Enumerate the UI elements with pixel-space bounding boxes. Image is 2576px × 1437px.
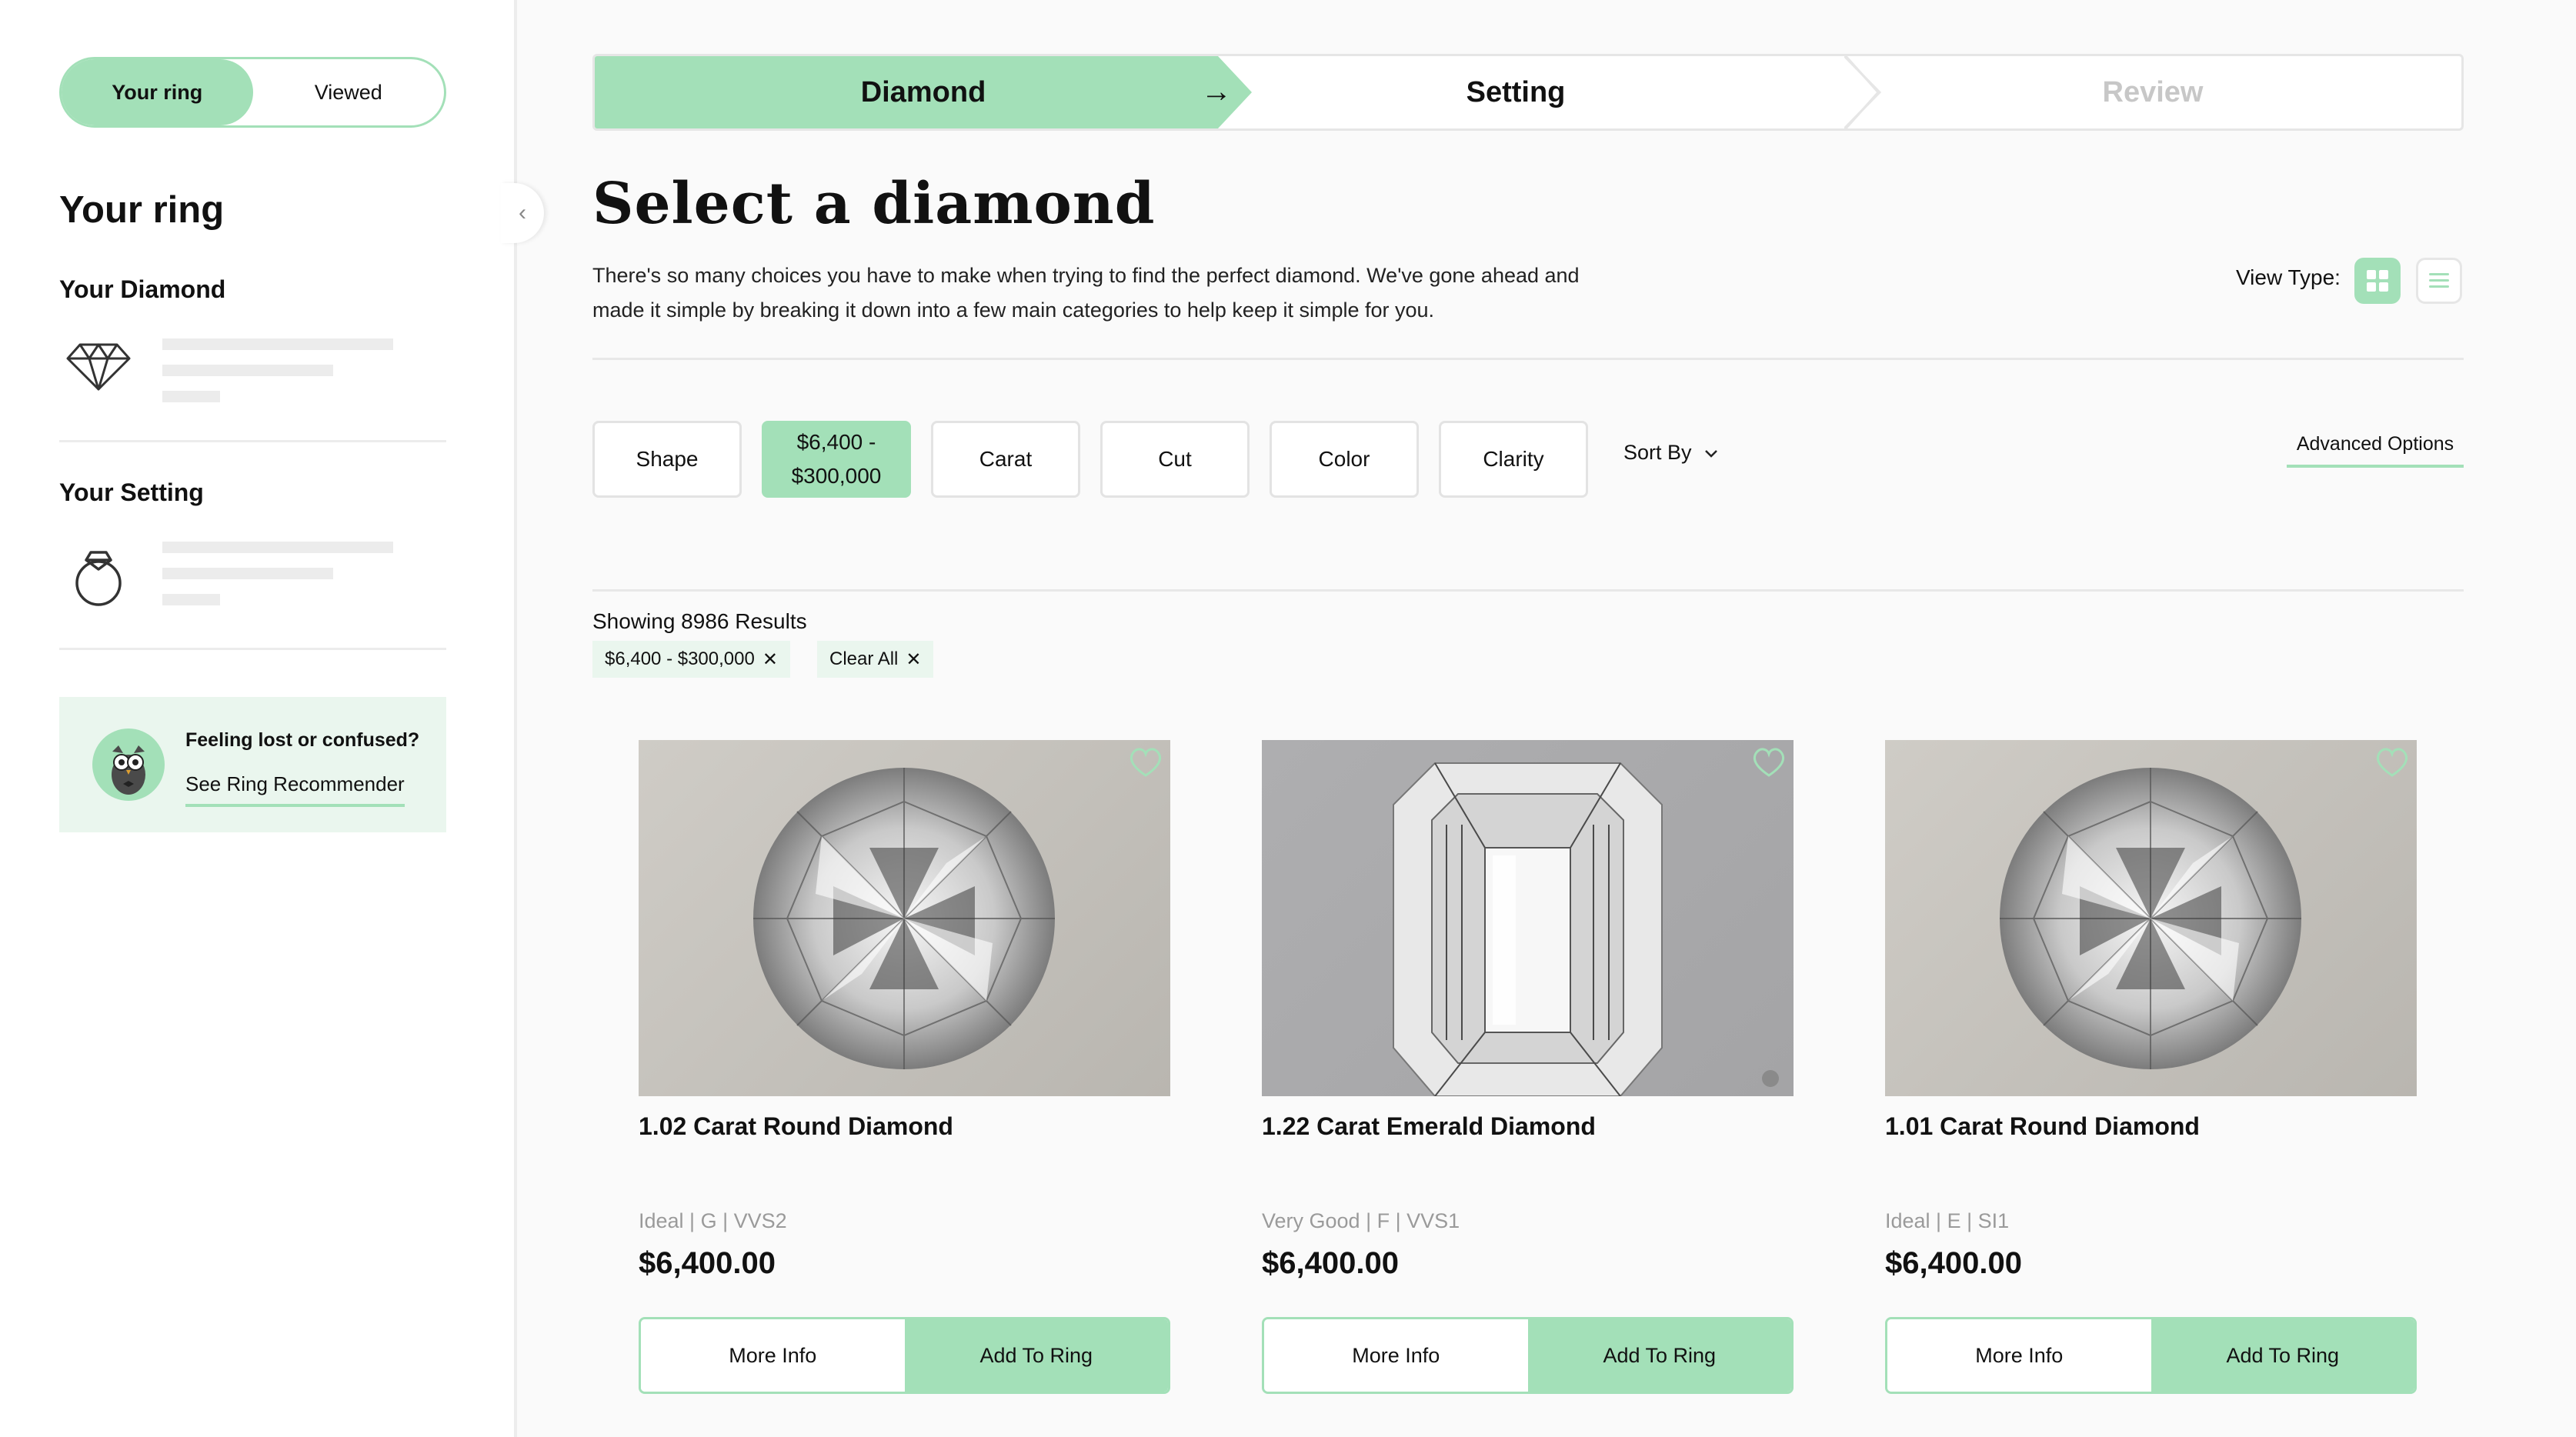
ring-recommender-link[interactable]: See Ring Recommender: [185, 772, 405, 807]
chevron-down-icon: [1705, 450, 1717, 458]
diamond-placeholder-line: [162, 365, 333, 376]
product-title[interactable]: 1.02 Carat Round Diamond: [639, 1112, 953, 1141]
more-info-button[interactable]: More Info: [1264, 1319, 1528, 1392]
page-title: Select a diamond: [592, 171, 1156, 237]
help-title: Feeling lost or confused?: [185, 729, 420, 751]
sort-by-dropdown[interactable]: Sort By: [1623, 441, 1719, 465]
product-card[interactable]: 1.22 Carat Emerald Diamond Very Good | F…: [1262, 740, 1794, 1394]
page-description: There's so many choices you have to make…: [592, 264, 1580, 322]
close-icon[interactable]: ✕: [906, 648, 921, 671]
clear-all-label: Clear All: [829, 648, 899, 669]
price-filter-chip[interactable]: $6,400 - $300,000 ✕: [592, 641, 790, 678]
setting-placeholder-line: [162, 568, 333, 579]
sidebar-divider: [59, 440, 446, 442]
diamond-icon: [66, 343, 131, 391]
sidebar-divider: [59, 648, 446, 650]
close-icon[interactable]: ✕: [762, 648, 778, 671]
product-title[interactable]: 1.01 Carat Round Diamond: [1885, 1112, 2200, 1141]
heart-icon[interactable]: [2374, 745, 2411, 779]
your-setting-label: Your Setting: [59, 478, 204, 506]
product-image[interactable]: [1885, 740, 2417, 1096]
product-actions: More Info Add To Ring: [639, 1317, 1170, 1394]
filter-cut[interactable]: Cut: [1100, 421, 1250, 498]
emerald-diamond-image: [1393, 762, 1779, 1096]
sidebar-heading: Your ring: [59, 189, 225, 231]
heart-icon[interactable]: [1127, 745, 1164, 779]
clear-all-chip[interactable]: Clear All ✕: [817, 641, 934, 678]
step-diamond[interactable]: Diamond →: [595, 56, 1252, 128]
product-price: $6,400.00: [1885, 1246, 2022, 1280]
product-actions: More Info Add To Ring: [1262, 1317, 1794, 1394]
filter-color[interactable]: Color: [1270, 421, 1419, 498]
more-info-button[interactable]: More Info: [641, 1319, 905, 1392]
sort-by-label: Sort By: [1623, 441, 1692, 464]
price-chip-label: $6,400 - $300,000: [605, 648, 755, 669]
step-setting[interactable]: Setting: [1220, 56, 1812, 128]
ring-icon: [75, 551, 122, 606]
collapse-sidebar-button[interactable]: ‹: [501, 183, 544, 243]
round-diamond-image: [2000, 768, 2301, 1069]
ring-toggle: Your ring Viewed: [59, 57, 446, 128]
sidebar: Your ring Viewed Your ring Your Diamond …: [0, 0, 517, 1437]
owl-avatar: [92, 729, 165, 801]
filter-price[interactable]: $6,400 - $300,000: [762, 421, 911, 498]
diamond-placeholder-line: [162, 338, 393, 350]
add-to-ring-button[interactable]: Add To Ring: [904, 1319, 1168, 1392]
toggle-your-ring[interactable]: Your ring: [62, 59, 253, 125]
filter-clarity[interactable]: Clarity: [1439, 421, 1588, 498]
heart-icon[interactable]: [1750, 745, 1787, 779]
list-view-icon: [2429, 273, 2449, 288]
grid-view-icon: [2367, 270, 2388, 292]
product-specs: Ideal | E | SI1: [1885, 1209, 2010, 1232]
chevron-left-icon: ‹: [519, 200, 526, 225]
step-review[interactable]: Review: [1844, 56, 2461, 128]
toggle-viewed[interactable]: Viewed: [253, 59, 445, 125]
product-title[interactable]: 1.22 Carat Emerald Diamond: [1262, 1112, 1596, 1141]
grid-view-button[interactable]: [2354, 258, 2401, 304]
help-box: Feeling lost or confused? See Ring Recom…: [59, 697, 446, 832]
filter-carat[interactable]: Carat: [931, 421, 1080, 498]
setting-placeholder-line: [162, 594, 220, 605]
product-price: $6,400.00: [1262, 1246, 1399, 1280]
results-count: Showing 8986 Results: [592, 609, 807, 633]
product-specs: Very Good | F | VVS1: [1262, 1209, 1460, 1232]
filter-shape[interactable]: Shape: [592, 421, 742, 498]
add-to-ring-button[interactable]: Add To Ring: [1527, 1319, 1791, 1392]
product-price: $6,400.00: [639, 1246, 776, 1280]
filter-price-min: $6,400 -: [796, 430, 876, 454]
filter-price-max: $300,000: [791, 464, 882, 488]
setting-placeholder-line: [162, 542, 393, 553]
more-info-button[interactable]: More Info: [1887, 1319, 2151, 1392]
step-diamond-label: Diamond: [860, 75, 986, 108]
product-image[interactable]: [1262, 740, 1794, 1096]
divider: [592, 589, 2464, 592]
progress-steps: Diamond → Setting Review: [592, 54, 2464, 131]
divider: [592, 358, 2464, 360]
product-actions: More Info Add To Ring: [1885, 1317, 2417, 1394]
product-card[interactable]: 1.01 Carat Round Diamond Ideal | E | SI1…: [1885, 740, 2417, 1394]
view-type-label: View Type:: [2236, 265, 2341, 289]
product-image[interactable]: [639, 740, 1170, 1096]
product-specs: Ideal | G | VVS2: [639, 1209, 787, 1232]
advanced-options-link[interactable]: Advanced Options: [2287, 433, 2464, 468]
your-diamond-label: Your Diamond: [59, 275, 226, 303]
add-to-ring-button[interactable]: Add To Ring: [2151, 1319, 2414, 1392]
diamond-placeholder-line: [162, 391, 220, 402]
round-diamond-image: [753, 768, 1055, 1069]
product-card[interactable]: 1.02 Carat Round Diamond Ideal | G | VVS…: [639, 740, 1170, 1394]
list-view-button[interactable]: [2416, 258, 2462, 304]
